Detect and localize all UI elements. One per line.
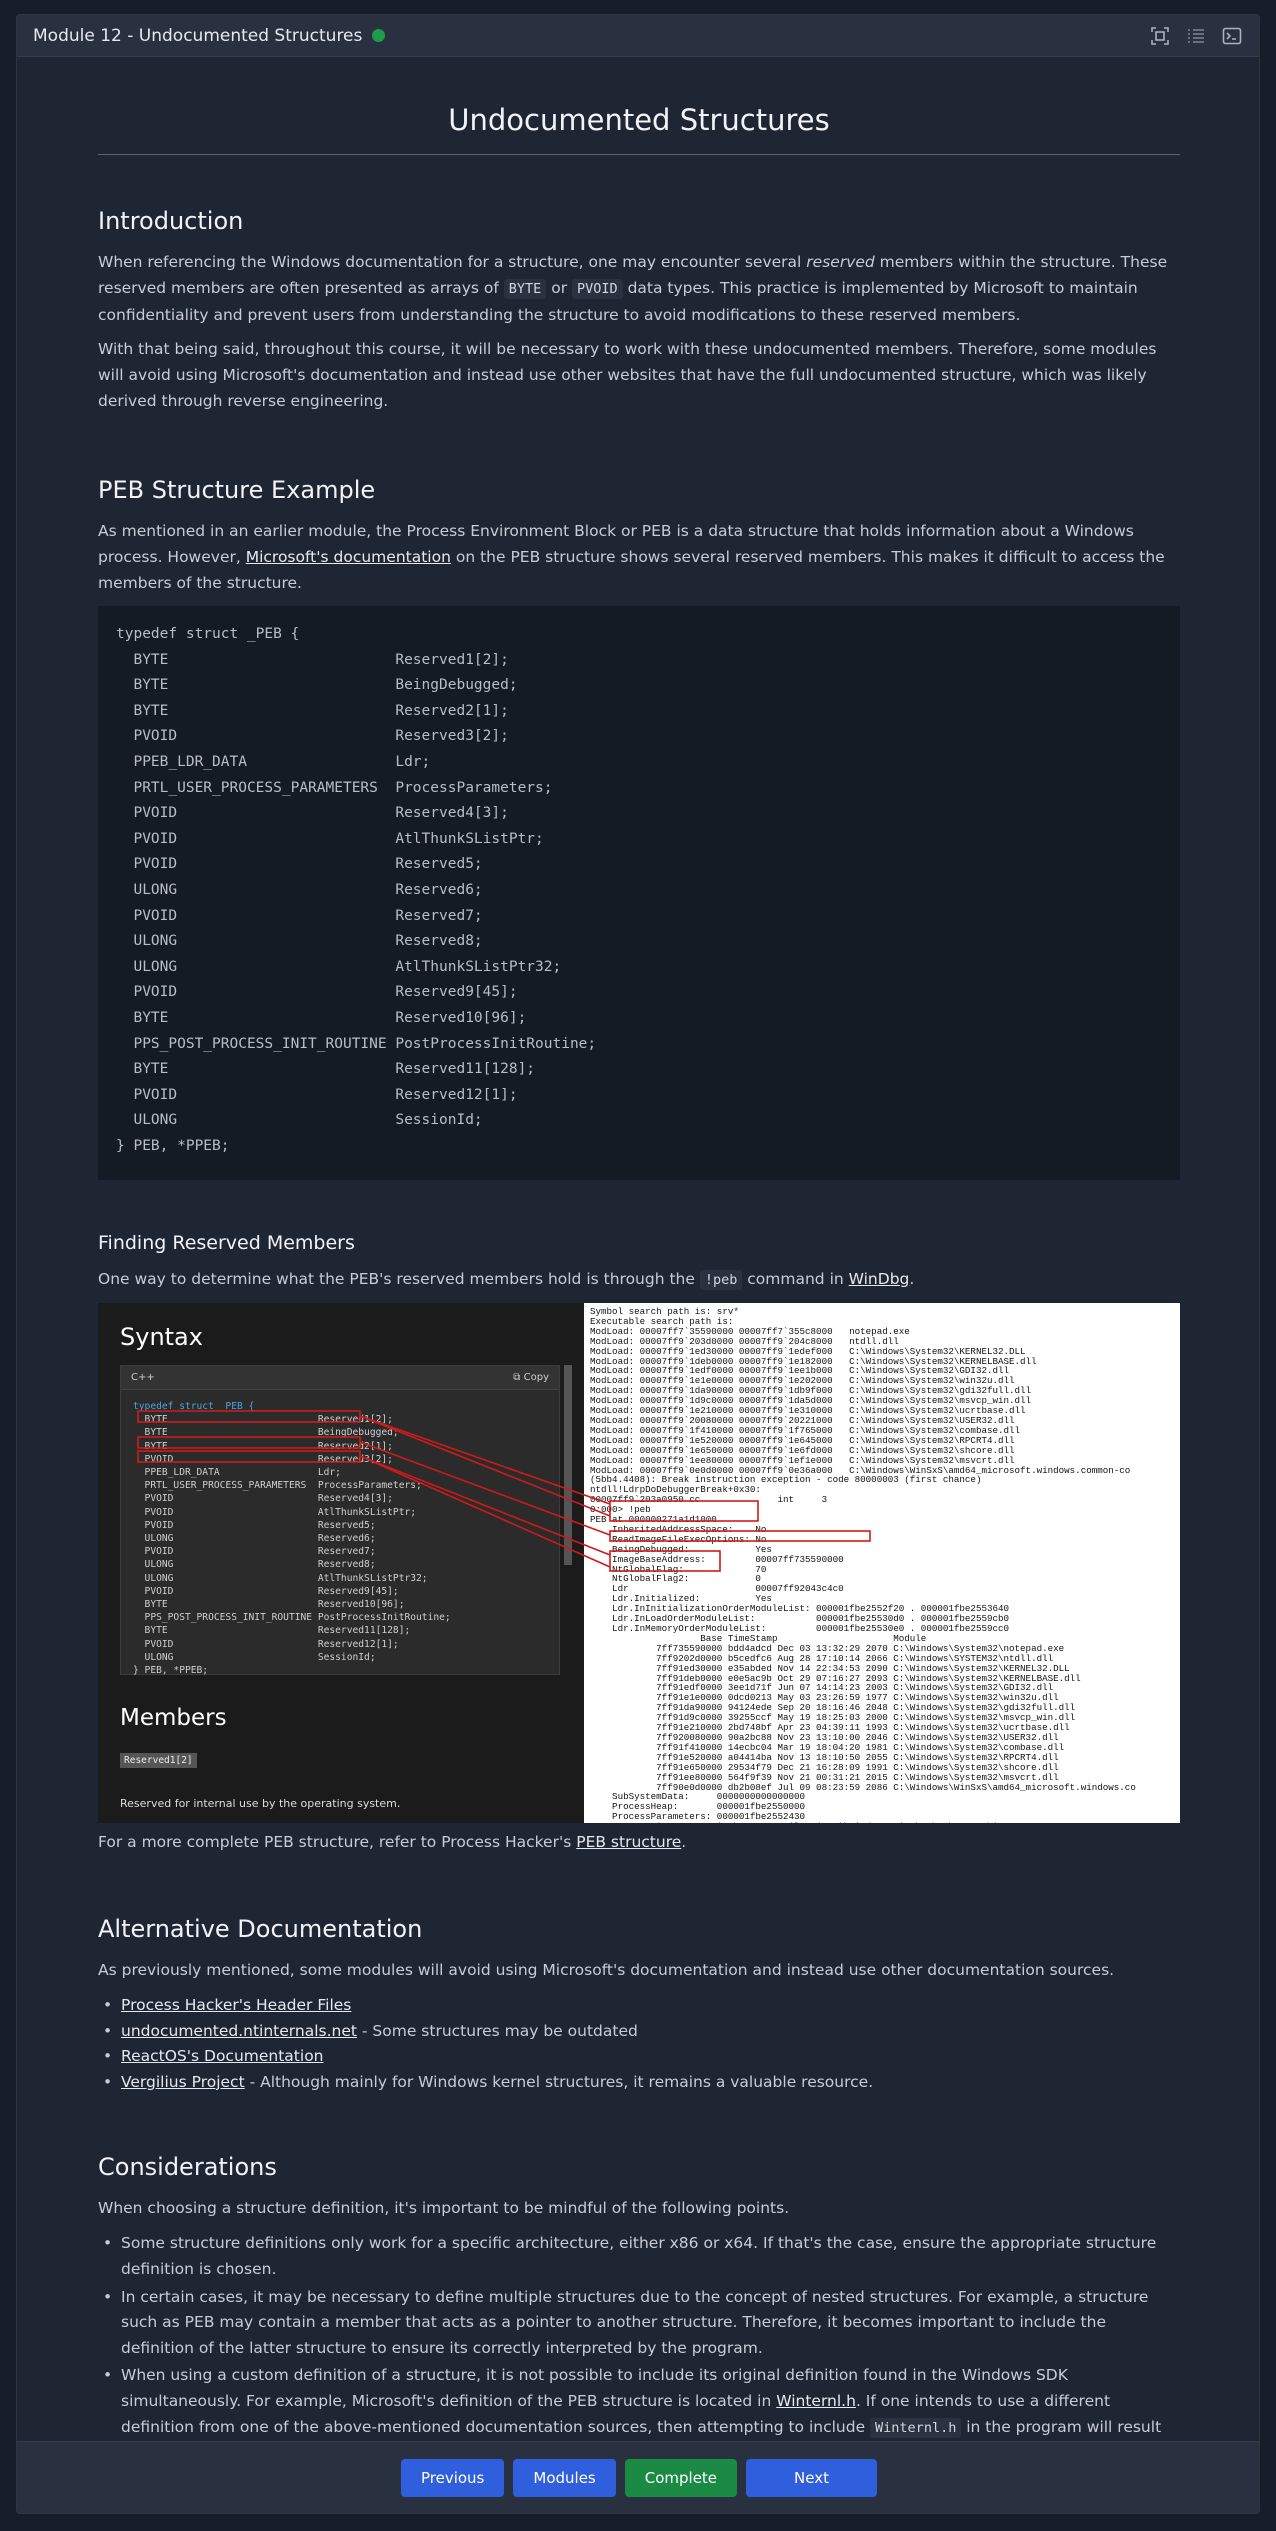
intro-paragraph-2: With that being said, throughout this co… xyxy=(98,340,1157,410)
peb-paragraph: As mentioned in an earlier module, the P… xyxy=(98,522,1165,592)
syntax-code-header: C++ ⧉ Copy xyxy=(121,1366,559,1390)
reactos-docs-link[interactable]: ReactOS's Documentation xyxy=(121,2047,324,2065)
microsoft-docs-link[interactable]: Microsoft's documentation xyxy=(246,548,451,566)
module-window: Module 12 - Undocumented Structures Undo… xyxy=(16,14,1260,2514)
list-item: undocumented.ntinternals.net - Some stru… xyxy=(98,2019,1180,2045)
alt-paragraph: As previously mentioned, some modules wi… xyxy=(98,1961,1115,1979)
peb-structure-link[interactable]: PEB structure xyxy=(576,1833,681,1851)
peb-screenshot: Syntax C++ ⧉ Copy typedef struct _PEB { … xyxy=(98,1303,1180,1823)
peb-section: PEB Structure Example As mentioned in an… xyxy=(98,476,1180,1180)
members-heading: Members xyxy=(120,1705,227,1731)
module-content: Undocumented Structures Introduction Whe… xyxy=(98,57,1180,2469)
list-item: Process Hacker's Header Files xyxy=(98,1993,1180,2019)
peb-code-block: typedef struct _PEB { BYTE Reserved1[2];… xyxy=(98,606,1180,1180)
previous-button[interactable]: Previous xyxy=(400,2458,505,2497)
fullscreen-icon[interactable] xyxy=(1149,25,1171,47)
considerations-list: Some structure definitions only work for… xyxy=(98,2231,1180,2466)
page-title: Undocumented Structures xyxy=(98,103,1180,155)
list-item: In certain cases, it may be necessary to… xyxy=(98,2285,1180,2362)
considerations-section: Considerations When choosing a structure… xyxy=(98,2153,1180,2466)
language-label: C++ xyxy=(131,1372,155,1383)
winternl-link[interactable]: Winternl.h xyxy=(776,2392,856,2410)
peb-command-code: !peb xyxy=(699,1270,743,1290)
title-bar: Module 12 - Undocumented Structures xyxy=(17,15,1259,57)
modules-button[interactable]: Modules xyxy=(513,2458,616,2497)
complete-button[interactable]: Complete xyxy=(624,2458,738,2497)
alt-docs-list: Process Hacker's Header Files undocument… xyxy=(98,1993,1180,2095)
list-item: Some structure definitions only work for… xyxy=(98,2231,1180,2282)
reserved-description: Reserved for internal use by the operati… xyxy=(120,1797,401,1810)
next-button[interactable]: Next xyxy=(746,2458,877,2497)
window-title: Module 12 - Undocumented Structures xyxy=(33,25,363,46)
intro-paragraph-1: When referencing the Windows documentati… xyxy=(98,253,1168,324)
considerations-paragraph: When choosing a structure definition, it… xyxy=(98,2199,790,2218)
finding-section: Finding Reserved Members One way to dete… xyxy=(98,1232,1180,1855)
syntax-code: typedef struct _PEB { BYTE Reserved1[2];… xyxy=(133,1401,451,1677)
process-hacker-headers-link[interactable]: Process Hacker's Header Files xyxy=(121,1996,351,2014)
considerations-heading: Considerations xyxy=(98,2153,277,2182)
alt-docs-section: Alternative Documentation As previously … xyxy=(98,1915,1180,2095)
syntax-heading: Syntax xyxy=(120,1323,203,1351)
winternl-code: Winternl.h xyxy=(870,2417,962,2438)
byte-code: BYTE xyxy=(503,279,547,299)
finding-paragraph: One way to determine what the PEB's rese… xyxy=(98,1270,915,1290)
list-item: ReactOS's Documentation xyxy=(98,2044,1180,2070)
peb-heading: PEB Structure Example xyxy=(98,476,376,504)
reserved-tag: Reserved1[2] xyxy=(120,1753,197,1768)
copy-button[interactable]: ⧉ Copy xyxy=(513,1372,549,1383)
windbg-link[interactable]: WinDbg xyxy=(849,1270,910,1288)
finding-heading: Finding Reserved Members xyxy=(98,1232,355,1254)
docs-panel: Syntax C++ ⧉ Copy typedef struct _PEB { … xyxy=(98,1303,584,1823)
windbg-text: Symbol search path is: srv* Executable s… xyxy=(590,1306,1136,1823)
intro-section: Introduction When referencing the Window… xyxy=(98,207,1180,414)
alt-heading: Alternative Documentation xyxy=(98,1915,423,1943)
pvoid-code: PVOID xyxy=(572,279,623,299)
terminal-icon[interactable] xyxy=(1221,25,1243,47)
status-dot xyxy=(372,29,386,42)
windbg-output: Symbol search path is: srv* Executable s… xyxy=(584,1303,1180,1823)
list-item: Vergilius Project - Although mainly for … xyxy=(98,2070,1180,2096)
navigation-footer: Previous Modules Complete Next xyxy=(17,2441,1259,2513)
list-icon[interactable] xyxy=(1185,25,1207,47)
title-tools xyxy=(1149,25,1243,47)
syntax-code-box: C++ ⧉ Copy typedef struct _PEB { BYTE Re… xyxy=(120,1365,560,1676)
vergilius-link[interactable]: Vergilius Project xyxy=(121,2073,245,2091)
peb-structure-paragraph: For a more complete PEB structure, refer… xyxy=(98,1833,687,1851)
docs-scrollbar xyxy=(564,1365,572,1565)
intro-heading: Introduction xyxy=(98,207,244,235)
ntinternals-link[interactable]: undocumented.ntinternals.net xyxy=(121,2022,357,2040)
